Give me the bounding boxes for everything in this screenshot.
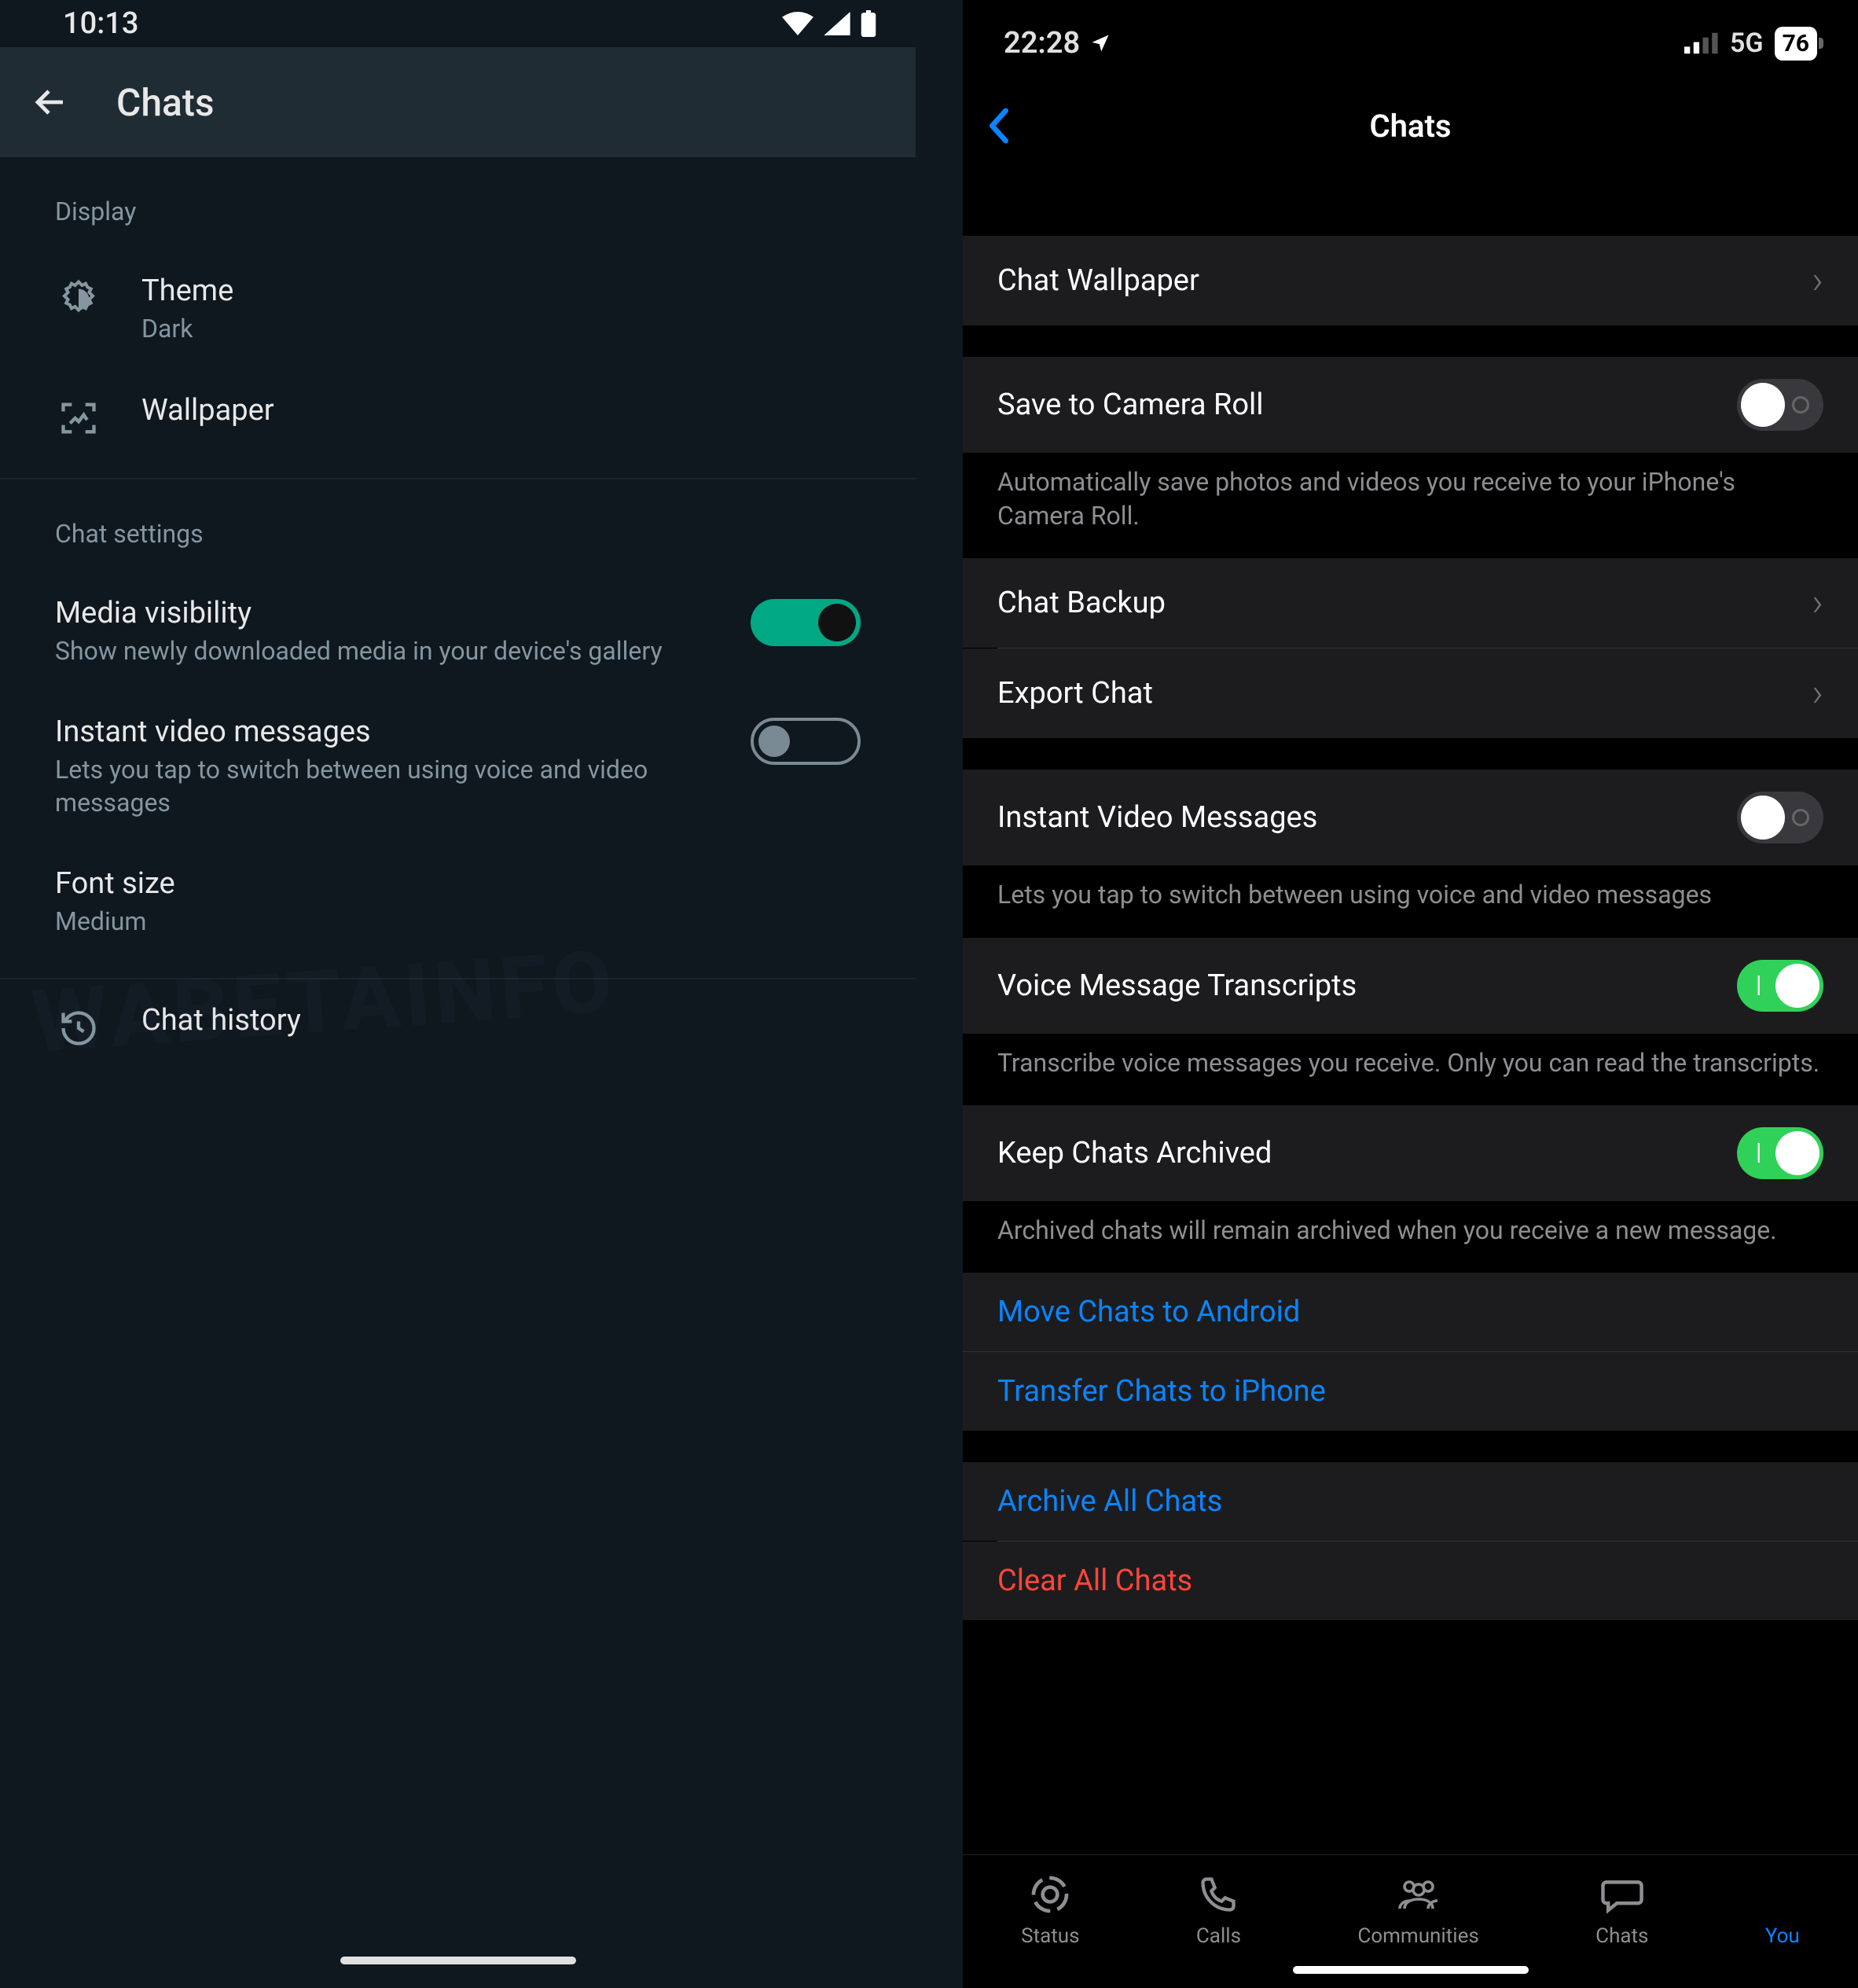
ios-navbar-title: Chats [1370,108,1452,145]
row-media-visibility[interactable]: Media visibility Show newly downloaded m… [0,572,916,692]
row-export-chat[interactable]: Export Chat [963,649,1858,738]
row-save-camera-roll[interactable]: Save to Camera Roll [963,357,1858,453]
row-chat-backup-label: Chat Backup [997,586,1802,620]
android-status-icons [782,10,876,37]
row-theme-label: Theme [141,274,861,308]
section-header-chat-settings: Chat settings [0,480,916,572]
ios-status-battery: 76 [1775,27,1817,61]
row-keep-archived[interactable]: Keep Chats Archived [963,1105,1858,1201]
switch-instant-video[interactable] [1737,792,1823,843]
tab-status[interactable]: Status [1021,1872,1079,1988]
row-voice-transcripts[interactable]: Voice Message Transcripts [963,938,1858,1034]
communities-icon [1395,1876,1442,1913]
ios-tabbar: Status Calls Communities Chats You [963,1854,1858,1988]
tab-calls-label: Calls [1196,1924,1241,1948]
row-clear-all[interactable]: Clear All Chats [963,1542,1858,1620]
wallpaper-icon [58,398,99,439]
tab-communities-label: Communities [1357,1924,1478,1948]
row-chat-wallpaper-label: Chat Wallpaper [997,263,1802,298]
row-archive-all-label: Archive All Chats [997,1484,1823,1519]
switch-keep-archived[interactable] [1737,1127,1823,1179]
row-media-visibility-label: Media visibility [55,596,711,630]
phone-icon [1198,1874,1239,1915]
row-voice-transcripts-label: Voice Message Transcripts [997,968,1737,1003]
row-chat-backup[interactable]: Chat Backup [963,558,1858,648]
row-theme-value: Dark [141,313,770,346]
chats-icon [1599,1875,1645,1914]
ios-status-bar: 22:28 5G 76 [963,0,1858,86]
row-save-camera-roll-label: Save to Camera Roll [997,388,1737,422]
row-archive-all[interactable]: Archive All Chats [963,1462,1858,1541]
row-wallpaper-label: Wallpaper [141,393,861,428]
row-theme[interactable]: Theme Dark [0,250,916,369]
section-header-display: Display [0,157,916,250]
android-gesture-bar [340,1957,576,1964]
android-appbar-title: Chats [116,80,215,125]
tab-you[interactable]: You [1765,1872,1800,1988]
row-font-size-label: Font size [55,866,861,901]
caption-keep-archived: Archived chats will remain archived when… [963,1201,1858,1273]
row-instant-video-label: Instant video messages [55,715,711,749]
tab-chats[interactable]: Chats [1595,1872,1648,1988]
back-chevron-icon[interactable] [985,108,1012,144]
signal-icon [823,12,851,35]
back-arrow-icon[interactable] [31,83,69,121]
ios-home-indicator [1293,1966,1529,1974]
switch-voice-transcripts[interactable] [1737,960,1823,1012]
ios-navbar: Chats [963,86,1858,165]
battery-icon [861,10,876,37]
ios-status-time: 22:28 [1004,26,1080,61]
tab-chats-label: Chats [1595,1924,1648,1948]
row-keep-archived-label: Keep Chats Archived [997,1136,1737,1170]
row-transfer-iphone-label: Transfer Chats to iPhone [997,1374,1823,1409]
row-move-android-label: Move Chats to Android [997,1295,1823,1329]
tab-you-label: You [1765,1924,1800,1948]
android-status-time: 10:13 [63,6,138,41]
toggle-media-visibility[interactable] [751,599,861,646]
location-icon [1089,32,1111,54]
row-export-chat-label: Export Chat [997,676,1802,711]
toggle-instant-video[interactable] [751,718,861,765]
row-instant-video[interactable]: Instant video messages Lets you tap to s… [0,691,916,843]
switch-save-camera-roll[interactable] [1737,379,1823,431]
wifi-icon [782,12,813,35]
android-appbar: Chats [0,47,916,157]
ios-status-network: 5G [1730,28,1764,59]
theme-icon [57,278,100,321]
row-chat-wallpaper[interactable]: Chat Wallpaper [963,236,1858,325]
android-status-bar: 10:13 [0,0,916,47]
row-clear-all-label: Clear All Chats [997,1564,1823,1598]
status-icon [1028,1872,1072,1916]
tab-status-label: Status [1021,1924,1079,1948]
row-instant-video-messages[interactable]: Instant Video Messages [963,770,1858,865]
row-move-android[interactable]: Move Chats to Android [963,1273,1858,1351]
caption-save-camera-roll: Automatically save photos and videos you… [963,453,1858,558]
caption-instant-video: Lets you tap to switch between using voi… [963,865,1858,937]
row-transfer-iphone[interactable]: Transfer Chats to iPhone [963,1352,1858,1431]
tab-calls[interactable]: Calls [1196,1872,1241,1988]
signal-icon [1684,32,1719,54]
row-instant-video-messages-label: Instant Video Messages [997,800,1737,835]
row-instant-video-desc: Lets you tap to switch between using voi… [55,754,684,819]
row-media-visibility-desc: Show newly downloaded media in your devi… [55,635,684,668]
row-wallpaper[interactable]: Wallpaper [0,369,916,462]
caption-voice-transcripts: Transcribe voice messages you receive. O… [963,1034,1858,1105]
